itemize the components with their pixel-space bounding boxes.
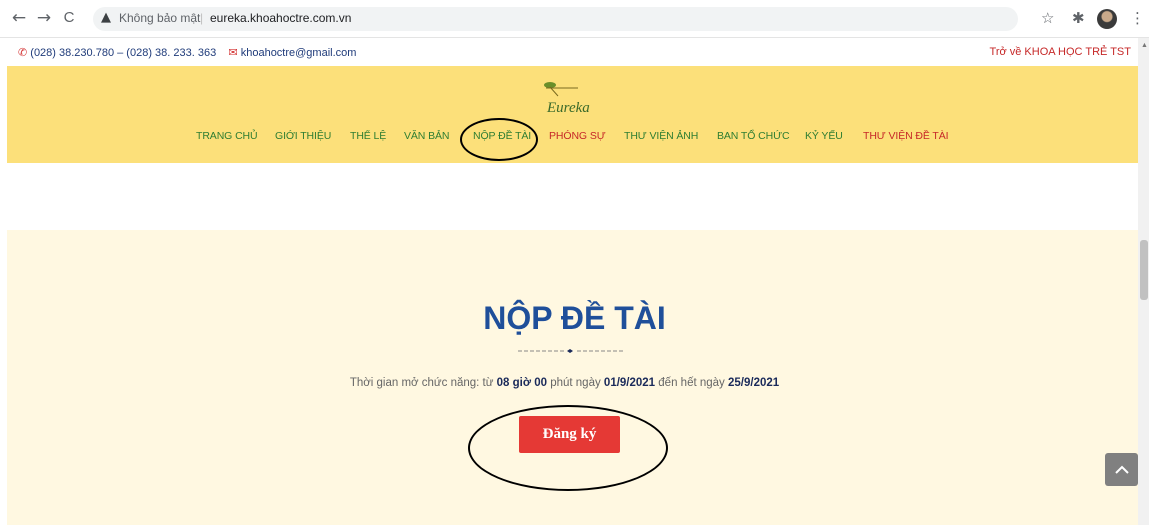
warning-icon[interactable]: ▲ <box>101 10 111 25</box>
open-time-notice: Thời gian mở chức năng: từ 08 giờ 00 phú… <box>0 377 1129 389</box>
email-link[interactable]: khoahoctre@gmail.com <box>241 47 357 59</box>
nav-item-ban-to-chuc[interactable]: BAN TỔ CHỨC <box>717 130 790 142</box>
logo-text[interactable]: Eureka <box>547 100 590 117</box>
notice-time: 08 giờ 00 <box>496 377 548 389</box>
notice-mid1: phút ngày <box>547 377 604 389</box>
nav-item-van-ban[interactable]: VĂN BẢN <box>404 130 450 142</box>
not-secure-label[interactable]: Không bảo mật <box>119 11 200 25</box>
nav-item-gioi-thieu[interactable]: GIỚI THIỆU <box>275 130 331 142</box>
browser-menu-icon[interactable]: ⋮ <box>1130 9 1145 27</box>
nav-item-phong-su[interactable]: PHÓNG SỰ <box>549 130 606 142</box>
bookmark-star-icon[interactable]: ☆ <box>1041 9 1054 27</box>
reload-icon[interactable]: C <box>59 8 79 28</box>
notice-mid2: đến hết ngày <box>655 377 728 389</box>
scrollbar-thumb[interactable] <box>1140 240 1148 300</box>
notice-start-date: 01/9/2021 <box>603 377 656 389</box>
scroll-up-arrow-icon[interactable]: ▲ <box>1141 42 1148 49</box>
nav-item-ky-yeu[interactable]: KỶ YẾU <box>805 130 843 142</box>
nav-item-thu-vien-de-tai[interactable]: THƯ VIỆN ĐỀ TÀI <box>863 130 949 142</box>
address-separator: | <box>200 11 204 25</box>
chevron-up-icon <box>1114 465 1129 474</box>
phone-number: (028) 38.230.780 – (028) 38. 233. 363 <box>30 47 217 59</box>
url-text[interactable]: eureka.khoahoctre.com.vn <box>210 11 351 25</box>
register-highlight-circle <box>468 405 668 491</box>
page-title: NỘP ĐỀ TÀI <box>483 300 666 336</box>
main-navigation: TRANG CHỦ GIỚI THIỆU THỂ LỆ VĂN BẢN NỘP … <box>0 130 1138 146</box>
notice-prefix: Thời gian mở chức năng: từ <box>349 377 497 389</box>
nav-item-the-le[interactable]: THỂ LỆ <box>350 130 386 142</box>
extensions-icon[interactable]: ✱ <box>1072 9 1085 27</box>
mail-icon: ✉ <box>228 46 238 59</box>
back-arrow-icon[interactable]: ← <box>9 8 29 28</box>
nav-item-trang-chu[interactable]: TRANG CHỦ <box>196 130 258 142</box>
nav-item-thu-vien-anh[interactable]: THƯ VIỆN ẢNH <box>624 130 698 142</box>
title-divider <box>518 349 623 353</box>
back-to-khoahoctre-link[interactable]: Trở về KHOA HỌC TRẺ TST <box>990 46 1131 58</box>
phone-icon: ✆ <box>18 46 28 59</box>
contact-info: ✆ (028) 38.230.780 – (028) 38. 233. 363 … <box>18 46 356 59</box>
forward-arrow-icon[interactable]: → <box>34 8 54 28</box>
back-to-top-button[interactable] <box>1105 453 1138 486</box>
browser-toolbar: ← → C ▲ Không bảo mật | eureka.khoahoctr… <box>0 0 1149 38</box>
address-bar[interactable]: ▲ Không bảo mật | eureka.khoahoctre.com.… <box>93 7 1018 31</box>
nav-highlight-circle <box>460 118 538 161</box>
notice-end-date: 25/9/2021 <box>728 377 780 389</box>
profile-avatar[interactable] <box>1097 9 1117 29</box>
